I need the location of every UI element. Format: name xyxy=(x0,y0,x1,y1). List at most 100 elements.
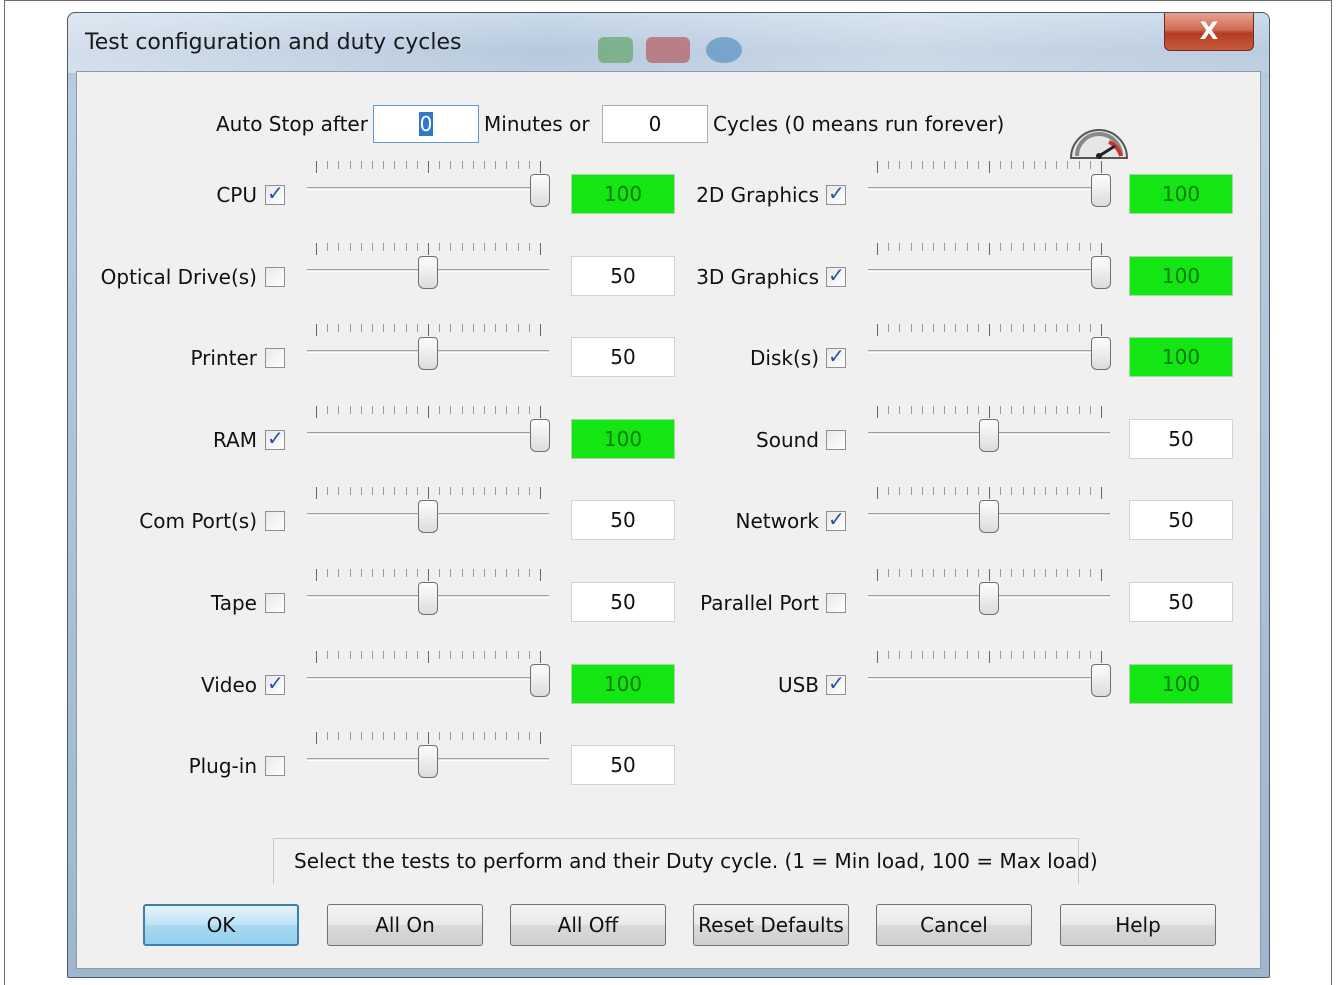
auto-stop-label: Auto Stop after xyxy=(216,112,368,136)
window-title: Test configuration and duty cycles xyxy=(85,30,462,55)
slider-ticks xyxy=(877,569,1102,583)
slider-thumb[interactable] xyxy=(979,418,999,452)
duty-value-plug-in[interactable]: 50 xyxy=(571,745,675,786)
test-label-ram: RAM xyxy=(212,427,257,452)
duty-value-sound[interactable]: 50 xyxy=(1129,418,1233,459)
duty-value-network[interactable]: 50 xyxy=(1129,500,1233,541)
all-off-button[interactable]: All Off xyxy=(510,904,666,946)
duty-value-parallel-port[interactable]: 50 xyxy=(1129,582,1233,622)
test-label-sound: Sound xyxy=(756,427,819,452)
test-checkbox-com-port-s[interactable]: ✓ xyxy=(265,511,285,532)
cancel-button[interactable]: Cancel xyxy=(876,904,1032,946)
duty-slider-usb[interactable] xyxy=(868,650,1111,711)
duty-value-2d-graphics[interactable]: 100 xyxy=(1129,174,1233,214)
duty-slider-ram[interactable] xyxy=(307,405,550,466)
test-checkbox-ram[interactable]: ✓ xyxy=(265,426,285,450)
duty-value-usb[interactable]: 100 xyxy=(1129,663,1233,704)
slider-thumb[interactable] xyxy=(1091,663,1111,697)
test-label-3d-graphics: 3D Graphics xyxy=(696,264,819,289)
duty-slider-3d-graphics[interactable] xyxy=(868,242,1111,303)
background-blur-blue xyxy=(706,37,742,63)
close-button[interactable]: X xyxy=(1164,13,1254,51)
test-checkbox-tape[interactable]: ✓ xyxy=(265,593,285,613)
duty-slider-com-port-s[interactable] xyxy=(307,487,549,547)
slider-thumb[interactable] xyxy=(1091,174,1111,207)
duty-slider-2d-graphics[interactable] xyxy=(868,161,1111,221)
slider-ticks xyxy=(316,242,541,257)
slider-thumb[interactable] xyxy=(979,582,999,615)
test-label-cpu: CPU xyxy=(216,183,257,207)
check-icon: ✓ xyxy=(828,507,845,532)
slider-track xyxy=(868,187,1110,190)
test-checkbox-optical-drive-s[interactable]: ✓ xyxy=(265,266,285,287)
help-button[interactable]: Help xyxy=(1060,904,1216,946)
slider-ticks xyxy=(877,405,1102,420)
test-checkbox-usb[interactable]: ✓ xyxy=(826,671,846,695)
slider-ticks xyxy=(316,161,541,175)
duty-slider-sound[interactable] xyxy=(868,405,1110,466)
test-checkbox-plug-in[interactable]: ✓ xyxy=(265,756,285,777)
slider-thumb[interactable] xyxy=(418,337,438,371)
check-icon: ✓ xyxy=(267,670,284,695)
slider-ticks xyxy=(877,650,1102,665)
duty-slider-network[interactable] xyxy=(868,487,1110,547)
slider-thumb[interactable] xyxy=(530,174,550,207)
test-checkbox-sound[interactable]: ✓ xyxy=(826,429,846,450)
slider-thumb[interactable] xyxy=(530,418,550,452)
slider-track xyxy=(307,187,549,190)
duty-slider-plug-in[interactable] xyxy=(307,732,549,792)
test-label-com-port-s: Com Port(s) xyxy=(139,509,257,534)
duty-slider-optical-drive-s[interactable] xyxy=(307,242,549,303)
slider-track xyxy=(307,431,549,435)
ok-button[interactable]: OK xyxy=(143,904,299,946)
slider-thumb[interactable] xyxy=(418,745,438,779)
slider-thumb[interactable] xyxy=(979,500,999,534)
slider-track xyxy=(868,350,1110,354)
speedometer-icon xyxy=(1069,129,1129,159)
test-checkbox-cpu[interactable]: ✓ xyxy=(265,181,285,205)
slider-thumb[interactable] xyxy=(418,582,438,615)
slider-ticks xyxy=(316,324,541,338)
check-icon: ✓ xyxy=(267,425,284,450)
test-checkbox-video[interactable]: ✓ xyxy=(265,671,285,695)
all-on-button[interactable]: All On xyxy=(327,904,483,946)
duty-slider-printer[interactable] xyxy=(307,324,549,384)
duty-slider-tape[interactable] xyxy=(307,569,549,629)
test-label-network: Network xyxy=(735,509,819,534)
slider-ticks xyxy=(877,487,1102,501)
slider-thumb[interactable] xyxy=(418,500,438,534)
test-label-usb: USB xyxy=(777,672,819,697)
frame-line-top xyxy=(4,0,1332,1)
slider-thumb[interactable] xyxy=(1091,255,1111,289)
test-checkbox-network[interactable]: ✓ xyxy=(826,507,846,532)
duty-slider-disk-s[interactable] xyxy=(868,324,1111,384)
test-checkbox-printer[interactable]: ✓ xyxy=(265,348,285,369)
test-label-2d-graphics: 2D Graphics xyxy=(696,183,819,207)
check-icon: ✓ xyxy=(828,181,845,205)
slider-thumb[interactable] xyxy=(1091,337,1111,371)
duty-slider-cpu[interactable] xyxy=(307,161,550,221)
test-checkbox-2d-graphics[interactable]: ✓ xyxy=(826,181,846,205)
slider-ticks xyxy=(877,324,1102,338)
duty-value-3d-graphics[interactable]: 100 xyxy=(1129,255,1233,296)
test-label-video: Video xyxy=(200,672,257,697)
minutes-input[interactable]: 0 xyxy=(373,105,479,143)
test-label-plug-in: Plug-in xyxy=(188,754,257,779)
duty-slider-video[interactable] xyxy=(307,650,550,711)
slider-track xyxy=(868,268,1110,272)
dialog-window: Test configuration and duty cycles X Aut… xyxy=(67,12,1270,978)
test-label-tape: Tape xyxy=(210,591,257,615)
test-checkbox-parallel-port[interactable]: ✓ xyxy=(826,593,846,613)
cycles-input[interactable]: 0 xyxy=(602,105,708,143)
duty-slider-parallel-port[interactable] xyxy=(868,569,1110,629)
test-checkbox-disk-s[interactable]: ✓ xyxy=(826,344,846,369)
slider-ticks xyxy=(316,487,541,501)
test-checkbox-3d-graphics[interactable]: ✓ xyxy=(826,263,846,287)
minutes-value: 0 xyxy=(418,112,434,136)
slider-thumb[interactable] xyxy=(530,663,550,697)
slider-thumb[interactable] xyxy=(418,255,438,289)
duty-value-disk-s[interactable]: 100 xyxy=(1129,337,1233,378)
test-label-parallel-port: Parallel Port xyxy=(700,591,819,615)
dialog-client-area: Auto Stop after 0 Minutes or 0 Cycles (0… xyxy=(76,71,1261,969)
reset-defaults-button[interactable]: Reset Defaults xyxy=(693,904,849,946)
